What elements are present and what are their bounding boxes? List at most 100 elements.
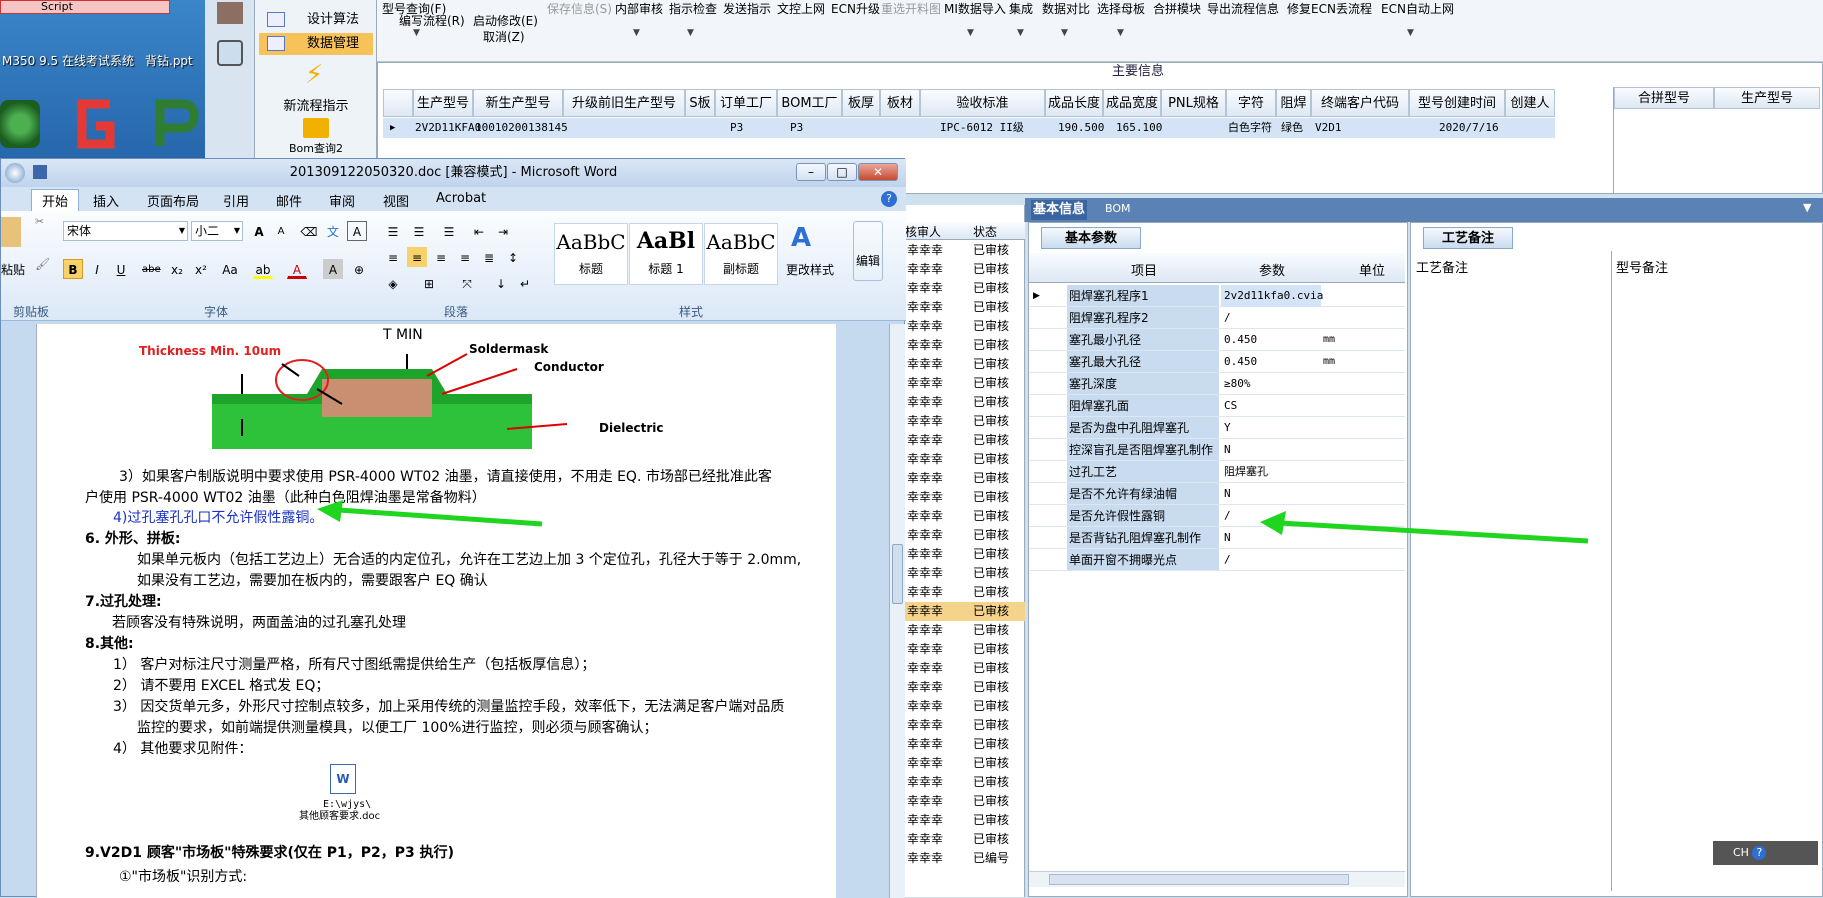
col-header[interactable]: PNL规格 xyxy=(1161,89,1226,117)
superscript-button[interactable]: x² xyxy=(191,259,211,279)
list-item[interactable]: 幸幸幸 已审核 xyxy=(905,450,1025,469)
chevron-down-icon[interactable]: ▼ xyxy=(1117,28,1124,38)
show-marks-button[interactable]: ↵ xyxy=(515,273,535,293)
tab-home[interactable]: 开始 xyxy=(31,189,80,211)
nav-item-algorithm[interactable]: 设计算法 xyxy=(259,9,373,31)
maximize-button[interactable]: □ xyxy=(827,163,857,181)
table-cell[interactable]: P3 xyxy=(790,118,803,138)
params-row[interactable]: 塞孔最大孔径 0.450 mm xyxy=(1029,351,1405,373)
italic-button[interactable]: I xyxy=(87,259,107,279)
tab-bom[interactable]: BOM xyxy=(1105,202,1131,215)
font-color-button[interactable]: A xyxy=(287,259,307,279)
desktop-file-label[interactable]: 背钻.ppt xyxy=(145,52,193,69)
sort-button[interactable]: ↓ xyxy=(491,273,511,293)
edit-flow-button[interactable]: 编写流程(R) xyxy=(399,12,465,29)
tab-review[interactable]: 审阅 xyxy=(329,191,355,210)
chevron-down-icon[interactable]: ▼ xyxy=(967,28,974,38)
params-cell-value[interactable]: 2v2d11kfa0.cvia xyxy=(1221,285,1323,307)
params-row[interactable]: 控深盲孔是否阻焊塞孔制作 N xyxy=(1029,439,1405,461)
horizontal-scrollbar[interactable] xyxy=(1029,871,1405,887)
start-modify-button[interactable]: 启动修改(E) xyxy=(473,12,538,29)
params-row[interactable]: 塞孔深度 ≥80% xyxy=(1029,373,1405,395)
col-header[interactable]: BOM工厂 xyxy=(777,89,842,117)
list-item[interactable]: 幸幸幸 已审核 xyxy=(905,488,1025,507)
font-size-select[interactable]: 小二 ▼ xyxy=(191,221,243,241)
borders-button[interactable]: ⊞ xyxy=(419,273,439,293)
tab-basic-info[interactable]: 基本信息 xyxy=(1031,200,1087,220)
col-header[interactable]: 单位 xyxy=(1359,260,1385,279)
list-item[interactable]: 幸幸幸 已审核 xyxy=(905,317,1025,336)
vertical-scrollbar[interactable] xyxy=(889,324,905,898)
table-cell[interactable]: 2020/7/16 xyxy=(1439,118,1499,138)
paste-button[interactable]: 粘贴 xyxy=(1,261,25,278)
char-shading-icon[interactable]: A xyxy=(323,259,343,279)
paste-icon[interactable] xyxy=(1,217,21,247)
table-cell[interactable]: 白色字符 xyxy=(1228,118,1272,138)
export-flow-button[interactable]: 导出流程信息 xyxy=(1207,0,1279,17)
close-button[interactable]: ✕ xyxy=(858,163,898,181)
list-item[interactable]: 幸幸幸 已审核 xyxy=(905,298,1025,317)
tab-basic-params[interactable]: 基本参数 xyxy=(1041,227,1141,249)
desktop-green-app-icon[interactable] xyxy=(150,96,200,152)
justify-button[interactable]: ≡ xyxy=(455,247,475,267)
params-row[interactable]: 单面开窗不拥曝光点 / xyxy=(1029,549,1405,571)
highlight-button[interactable]: ab xyxy=(253,259,273,279)
chinese-layout-button[interactable]: ⤧ xyxy=(457,273,477,293)
list-item[interactable]: 幸幸幸 已审核 xyxy=(905,735,1025,754)
change-styles-button[interactable]: 更改样式 xyxy=(786,261,834,278)
document-page[interactable]: T MIN Thickness Min. 10um Soldermask Con… xyxy=(36,324,836,898)
change-case-button[interactable]: Aa xyxy=(217,259,243,279)
desktop-shortcut-label[interactable]: M350 9.5 在线考试系统 xyxy=(2,52,134,69)
list-item[interactable]: 幸幸幸 已审核 xyxy=(905,507,1025,526)
col-header[interactable]: 成品长度 xyxy=(1045,89,1103,117)
tab-mailings[interactable]: 邮件 xyxy=(276,191,302,210)
mi-import-button[interactable]: MI数据导入 xyxy=(944,0,1006,17)
col-header[interactable]: 参数 xyxy=(1259,260,1285,279)
params-row[interactable]: 是否不允许有绿油帽 N xyxy=(1029,483,1405,505)
table-cell[interactable]: V2D1 xyxy=(1315,118,1342,138)
list-item[interactable]: 幸幸幸 已审核 xyxy=(905,659,1025,678)
tools-icon[interactable] xyxy=(217,40,243,66)
char-border-icon[interactable]: A xyxy=(347,221,367,241)
chevron-down-icon[interactable]: ▼ xyxy=(633,28,640,38)
office-button[interactable] xyxy=(5,163,25,183)
table-cell[interactable]: 190.500 xyxy=(1058,118,1104,138)
col-header[interactable]: 升级前旧生产型号 xyxy=(563,89,685,117)
list-item[interactable]: 幸幸幸 已审核 xyxy=(905,754,1025,773)
save-info-button[interactable]: 保存信息(S) xyxy=(547,0,612,17)
table-cell[interactable]: 10010200138145 xyxy=(475,118,568,138)
list-item[interactable]: 幸幸幸 已审核 xyxy=(905,431,1025,450)
col-header[interactable]: 创建人 xyxy=(1505,89,1555,117)
tab-references[interactable]: 引用 xyxy=(223,191,249,210)
data-compare-button[interactable]: 数据对比 xyxy=(1042,0,1090,17)
list-item[interactable]: 幸幸幸 已审核 xyxy=(905,279,1025,298)
params-row[interactable]: 阻焊塞孔程序2/ xyxy=(1029,307,1405,329)
tab-process-notes[interactable]: 工艺备注 xyxy=(1423,227,1513,249)
list-item[interactable]: 幸幸幸 已审核 xyxy=(905,260,1025,279)
save-icon[interactable] xyxy=(33,165,47,179)
tab-view[interactable]: 视图 xyxy=(383,191,409,210)
style-subtitle[interactable]: AaBbC 副标题 xyxy=(704,223,778,285)
chevron-down-icon[interactable]: ▼ xyxy=(687,28,694,38)
clear-format-icon[interactable]: ⌫ xyxy=(299,221,319,241)
list-item[interactable]: 幸幸幸 已编号 xyxy=(905,849,1025,868)
nav-bom-query[interactable]: Bom查询2 xyxy=(255,140,377,156)
repair-ecn-button[interactable]: 修复ECN丢流程 xyxy=(1287,0,1372,17)
bullets-button[interactable]: ☰ xyxy=(383,221,403,241)
params-cell-value[interactable]: N xyxy=(1221,483,1321,505)
col-header[interactable]: 型号创建时间 xyxy=(1409,89,1505,117)
params-row[interactable]: ▶ 阻焊塞孔程序1 2v2d11kfa0.cvia xyxy=(1029,285,1405,307)
table-cell[interactable]: 165.100 xyxy=(1116,118,1162,138)
list-item[interactable]: 幸幸幸 已审核 xyxy=(905,602,1025,621)
underline-button[interactable]: U xyxy=(111,259,131,279)
params-cell-value[interactable]: 阻焊塞孔 xyxy=(1221,461,1321,483)
doc-control-online-button[interactable]: 文控上网 xyxy=(777,0,825,17)
params-cell-value[interactable]: 0.450 xyxy=(1221,351,1321,373)
chevron-down-icon[interactable]: ▼ xyxy=(1017,28,1024,38)
col-header[interactable]: 验收标准 xyxy=(920,89,1045,117)
params-cell-value[interactable]: Y xyxy=(1221,417,1321,439)
list-item[interactable]: 幸幸幸 已审核 xyxy=(905,678,1025,697)
list-item[interactable]: 幸幸幸 已审核 xyxy=(905,336,1025,355)
minimize-button[interactable]: – xyxy=(796,163,826,181)
list-item[interactable]: 幸幸幸 已审核 xyxy=(905,830,1025,849)
